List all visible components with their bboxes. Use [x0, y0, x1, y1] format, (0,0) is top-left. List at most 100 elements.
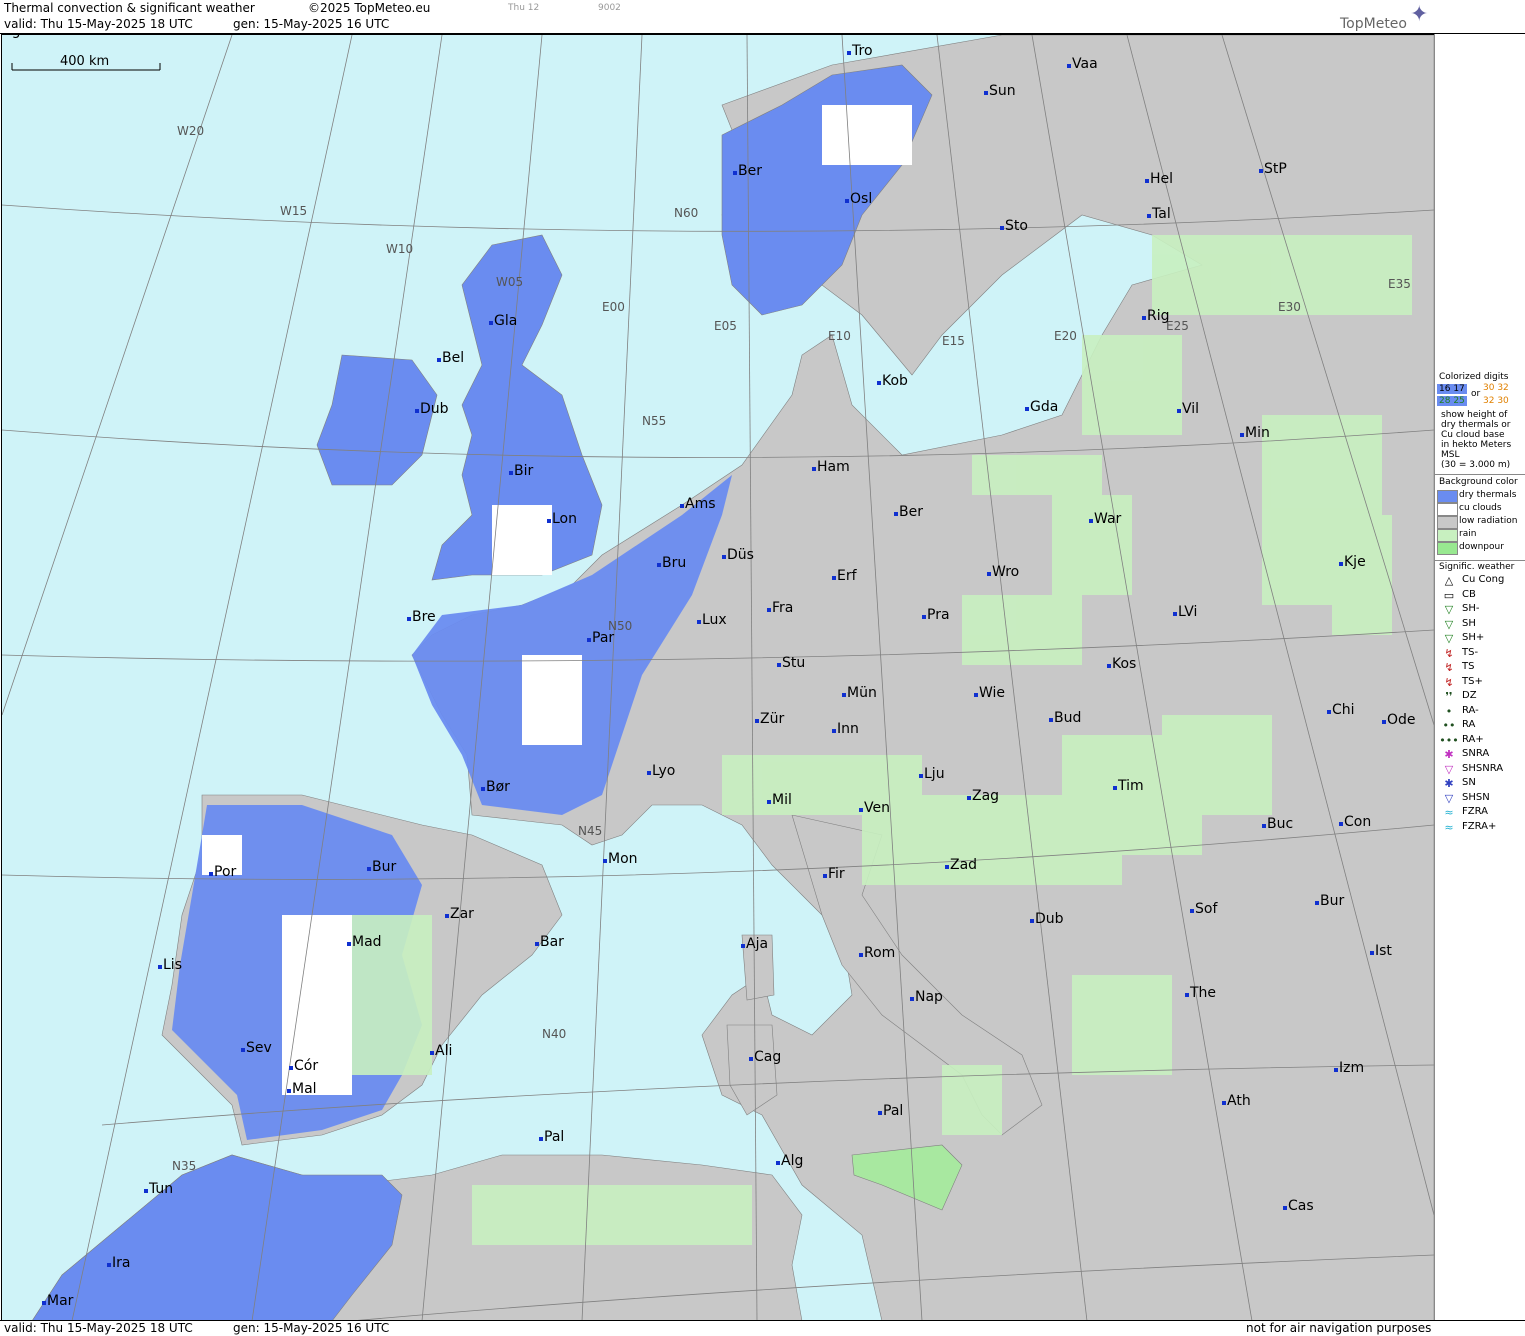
city-label-pal[interactable]: Pal: [883, 1103, 903, 1119]
city-label-mün[interactable]: Mün: [847, 685, 877, 701]
city-marker: [1334, 1068, 1338, 1072]
topmeteo-logo[interactable]: TopMeteo: [1340, 16, 1407, 32]
city-label-pal[interactable]: Pal: [544, 1129, 564, 1145]
city-label-lvi[interactable]: LVi: [1178, 604, 1197, 620]
city-label-hel[interactable]: Hel: [1150, 171, 1173, 187]
city-label-zür[interactable]: Zür: [760, 711, 784, 727]
city-label-sev[interactable]: Sev: [246, 1040, 272, 1056]
city-label-erf[interactable]: Erf: [837, 568, 858, 584]
grid-label-e10: E10: [828, 329, 851, 343]
rain-gdansk: [972, 455, 1102, 495]
city-label-cag[interactable]: Cag: [754, 1049, 781, 1065]
city-label-cór[interactable]: Cór: [294, 1058, 318, 1074]
city-label-stu[interactable]: Stu: [782, 655, 805, 671]
city-label-bur[interactable]: Bur: [372, 859, 396, 875]
city-label-kob[interactable]: Kob: [882, 373, 908, 389]
city-label-mar[interactable]: Mar: [47, 1293, 74, 1309]
city-label-bør[interactable]: Bør: [486, 779, 510, 795]
city-label-osl[interactable]: Osl: [850, 191, 872, 207]
city-label-gla[interactable]: Gla: [494, 313, 517, 329]
city-label-rig[interactable]: Rig: [1147, 308, 1170, 324]
city-label-wie[interactable]: Wie: [979, 685, 1005, 701]
city-label-con[interactable]: Con: [1344, 814, 1371, 830]
city-label-kos[interactable]: Kos: [1112, 656, 1136, 672]
legend-bg-label: cu clouds: [1459, 503, 1502, 513]
day-tab[interactable]: Thu 12: [508, 3, 539, 13]
city-label-sof[interactable]: Sof: [1195, 901, 1218, 917]
city-label-lju[interactable]: Lju: [924, 766, 945, 782]
city-label-par[interactable]: Par: [592, 630, 614, 646]
city-label-stp[interactable]: StP: [1264, 161, 1287, 177]
city-label-ber[interactable]: Ber: [738, 163, 762, 179]
city-label-ven[interactable]: Ven: [864, 800, 890, 816]
legend-sig-label: SHSN: [1462, 791, 1490, 803]
city-label-kje[interactable]: Kje: [1344, 554, 1366, 570]
city-label-cas[interactable]: Cas: [1288, 1198, 1314, 1214]
city-label-chi[interactable]: Chi: [1332, 702, 1355, 718]
legend-sig-sn-icon: ✱: [1444, 777, 1454, 790]
city-marker: [922, 615, 926, 619]
city-label-sun[interactable]: Sun: [989, 83, 1016, 99]
city-label-pra[interactable]: Pra: [927, 607, 950, 623]
city-label-inn[interactable]: Inn: [837, 721, 859, 737]
city-label-rom[interactable]: Rom: [864, 945, 895, 961]
city-label-wro[interactable]: Wro: [992, 564, 1019, 580]
city-label-bre[interactable]: Bre: [412, 609, 436, 625]
city-label-dub[interactable]: Dub: [420, 401, 449, 417]
city-marker: [987, 572, 991, 576]
city-label-min[interactable]: Min: [1245, 425, 1270, 441]
city-label-lon[interactable]: Lon: [552, 511, 577, 527]
city-label-nap[interactable]: Nap: [915, 989, 943, 1005]
city-label-vil[interactable]: Vil: [1182, 401, 1199, 417]
city-label-ira[interactable]: Ira: [112, 1255, 130, 1271]
city-label-tro[interactable]: Tro: [851, 43, 873, 59]
city-label-mon[interactable]: Mon: [608, 851, 638, 867]
city-label-zar[interactable]: Zar: [450, 906, 474, 922]
city-label-izm[interactable]: Izm: [1339, 1060, 1364, 1076]
city-label-ode[interactable]: Ode: [1387, 712, 1416, 728]
city-label-por[interactable]: Por: [214, 864, 237, 880]
city-label-gda[interactable]: Gda: [1030, 399, 1058, 415]
city-label-bru[interactable]: Bru: [662, 555, 686, 571]
city-label-bir[interactable]: Bir: [514, 463, 533, 479]
city-label-fir[interactable]: Fir: [828, 866, 845, 882]
city-label-tal[interactable]: Tal: [1151, 206, 1171, 222]
city-label-ber[interactable]: Ber: [899, 504, 923, 520]
city-label-zad[interactable]: Zad: [950, 857, 977, 873]
city-marker: [984, 91, 988, 95]
city-label-aga[interactable]: Aga: [2, 34, 29, 39]
city-label-bur[interactable]: Bur: [1320, 893, 1344, 909]
city-label-fra[interactable]: Fra: [772, 600, 793, 616]
city-label-ath[interactable]: Ath: [1227, 1093, 1251, 1109]
city-label-lis[interactable]: Lis: [163, 957, 182, 973]
city-label-tun[interactable]: Tun: [148, 1181, 173, 1197]
city-label-bar[interactable]: Bar: [540, 934, 564, 950]
city-label-tim[interactable]: Tim: [1117, 778, 1144, 794]
city-label-sto[interactable]: Sto: [1005, 218, 1028, 234]
code-label: 9002: [598, 3, 621, 13]
city-label-ham[interactable]: Ham: [817, 459, 850, 475]
city-marker: [1185, 993, 1189, 997]
city-label-dub[interactable]: Dub: [1035, 911, 1064, 927]
city-label-düs[interactable]: Düs: [727, 547, 754, 563]
city-label-buc[interactable]: Buc: [1267, 816, 1293, 832]
legend-colorized-title: Colorized digits: [1439, 372, 1509, 382]
city-label-mil[interactable]: Mil: [772, 792, 792, 808]
city-label-war[interactable]: War: [1094, 511, 1122, 527]
city-label-bud[interactable]: Bud: [1054, 710, 1081, 726]
city-label-alg[interactable]: Alg: [781, 1153, 803, 1169]
city-label-zag[interactable]: Zag: [972, 788, 999, 804]
city-marker: [733, 171, 737, 175]
city-label-ali[interactable]: Ali: [435, 1043, 452, 1059]
weather-map[interactable]: 400 km W20W15W10W05E00E05E10 E15 E20E25E30…: [1, 34, 1435, 1322]
city-label-vaa[interactable]: Vaa: [1072, 56, 1098, 72]
city-label-aja[interactable]: Aja: [746, 936, 768, 952]
city-label-ist[interactable]: Ist: [1375, 943, 1392, 959]
city-label-mal[interactable]: Mal: [292, 1081, 317, 1097]
city-label-the[interactable]: The: [1189, 985, 1216, 1001]
city-label-lyo[interactable]: Lyo: [652, 763, 675, 779]
city-label-bel[interactable]: Bel: [442, 350, 464, 366]
city-label-ams[interactable]: Ams: [685, 496, 716, 512]
city-label-lux[interactable]: Lux: [702, 612, 727, 628]
city-label-mad[interactable]: Mad: [352, 934, 382, 950]
